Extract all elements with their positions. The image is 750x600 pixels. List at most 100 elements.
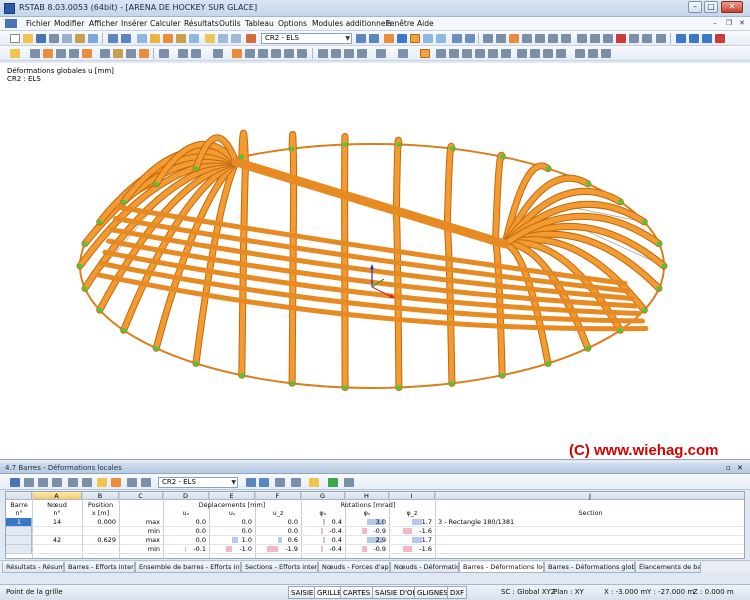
print-icon[interactable]: [49, 34, 59, 43]
table-view-icon[interactable]: [68, 478, 78, 487]
snap-icon[interactable]: [398, 49, 408, 58]
menu-outils[interactable]: Outils: [219, 19, 241, 28]
menu-resultats[interactable]: Résultats: [184, 19, 219, 28]
view-rotate-icon[interactable]: [548, 34, 558, 43]
paste-icon[interactable]: [88, 34, 98, 43]
column-letter-h[interactable]: H: [345, 492, 389, 500]
view-side-icon[interactable]: [535, 34, 545, 43]
cell-uz[interactable]: -1.9: [255, 545, 301, 554]
cell-phiy[interactable]: 2.9: [345, 536, 389, 545]
delete-icon[interactable]: [616, 34, 626, 43]
grid-icon[interactable]: [376, 49, 386, 58]
cell-barre[interactable]: [6, 536, 32, 545]
menu-fenetre[interactable]: Fenêtre: [386, 19, 414, 28]
print-graphic-icon[interactable]: [62, 34, 72, 43]
work-plane-icon[interactable]: [213, 49, 223, 58]
maximize-button[interactable]: □: [704, 1, 718, 13]
open-folder-icon[interactable]: [23, 34, 33, 43]
panel-icon[interactable]: [231, 34, 241, 43]
load-combination-select[interactable]: CR2 - ELS ▼: [261, 33, 352, 44]
result-mt-icon[interactable]: [475, 49, 485, 58]
cell-uy[interactable]: 0.0: [209, 518, 255, 527]
cell-phiz[interactable]: -1.6: [389, 545, 435, 554]
cell-x[interactable]: [82, 527, 119, 536]
save-icon[interactable]: [36, 34, 46, 43]
cell-ux[interactable]: -0.1: [163, 545, 209, 554]
cell-uz[interactable]: 0.0: [255, 527, 301, 536]
member-icon[interactable]: [43, 49, 53, 58]
status-saisie-button[interactable]: SAISIE: [288, 586, 317, 599]
import-icon[interactable]: [689, 34, 699, 43]
table-icon[interactable]: [205, 34, 215, 43]
filter-icon[interactable]: [629, 34, 639, 43]
column-letter-b[interactable]: B: [82, 492, 119, 500]
result-n-icon[interactable]: [436, 49, 446, 58]
zoom-all-icon[interactable]: [561, 34, 571, 43]
cell-barre[interactable]: 1: [6, 518, 32, 527]
menu-modules[interactable]: Modules additionnels: [312, 19, 392, 28]
hinge-icon[interactable]: [69, 49, 79, 58]
menu-tableau[interactable]: Tableau: [245, 19, 274, 28]
load-member-icon[interactable]: [113, 49, 123, 58]
column-letter-d[interactable]: D: [163, 492, 209, 500]
redo-icon[interactable]: [121, 34, 131, 43]
zoom-out-icon[interactable]: [258, 49, 268, 58]
minimize-button[interactable]: –: [688, 1, 702, 13]
cell-section[interactable]: [438, 536, 743, 545]
table-highlight-icon[interactable]: [309, 478, 319, 487]
cell-x[interactable]: 0.629: [82, 536, 119, 545]
table-print-icon[interactable]: [24, 478, 34, 487]
cell-phiz[interactable]: -1.6: [389, 527, 435, 536]
cell-kind[interactable]: max: [119, 518, 163, 527]
table-settings-icon[interactable]: [141, 478, 151, 487]
table-results-icon[interactable]: [275, 478, 285, 487]
view-icon[interactable]: [483, 34, 493, 43]
dimension-icon[interactable]: [159, 49, 169, 58]
cell-phiz[interactable]: 1.7: [389, 536, 435, 545]
menu-options[interactable]: Options: [278, 19, 307, 28]
table-load-combination-select[interactable]: CR2 - ELS ▼: [158, 477, 238, 488]
table-show-icon[interactable]: [111, 478, 121, 487]
column-letter-f[interactable]: F: [255, 492, 301, 500]
table-save-icon[interactable]: [10, 478, 20, 487]
table-filter-icon[interactable]: [82, 478, 92, 487]
status-glignes-button[interactable]: GLIGNES: [414, 586, 451, 599]
table-select-icon[interactable]: [97, 478, 107, 487]
column-letter-e[interactable]: E: [209, 492, 255, 500]
cell-section[interactable]: [438, 545, 743, 554]
cell-phix[interactable]: -0.4: [301, 545, 345, 554]
support-icon[interactable]: [56, 49, 66, 58]
panel-close-icon[interactable]: ✕: [737, 464, 743, 472]
animation-icon[interactable]: [423, 34, 433, 43]
export-icon[interactable]: [676, 34, 686, 43]
deformation-icon[interactable]: [410, 34, 420, 43]
view-iso-icon[interactable]: [496, 34, 506, 43]
cell-phix[interactable]: 0.4: [301, 518, 345, 527]
menu-calculer[interactable]: Calculer: [150, 19, 181, 28]
cell-barre[interactable]: [6, 545, 32, 554]
cell-phix[interactable]: 0.4: [301, 536, 345, 545]
navigator-icon[interactable]: [218, 34, 228, 43]
table-previous-icon[interactable]: [246, 478, 256, 487]
table-next-icon[interactable]: [259, 478, 269, 487]
model-viewport[interactable]: Déformations globales u [mm] CR2 : ELS: [0, 63, 750, 460]
zoom-in-icon[interactable]: [245, 49, 255, 58]
cell-noeud[interactable]: 14: [32, 518, 82, 527]
cell-phiy[interactable]: -0.9: [345, 527, 389, 536]
results-table[interactable]: A B C D E F G H I J Barre n° Nœud n° Pos…: [5, 491, 745, 559]
cell-uy[interactable]: -1.0: [209, 545, 255, 554]
table-help-icon[interactable]: [344, 478, 354, 487]
tab-ensemble-barres[interactable]: Ensemble de barres - Efforts internes: [135, 562, 241, 573]
section-icon[interactable]: [82, 49, 92, 58]
tab-barres-deformations-globales[interactable]: Barres - Déformations globales: [544, 562, 635, 573]
copy-icon[interactable]: [75, 34, 85, 43]
cell-kind[interactable]: max: [119, 536, 163, 545]
structure-model[interactable]: [0, 63, 750, 460]
select-all-icon[interactable]: [357, 49, 367, 58]
table-results-icon[interactable]: [601, 49, 611, 58]
node-icon[interactable]: [30, 49, 40, 58]
column-letter-i[interactable]: I: [389, 492, 435, 500]
cell-kind[interactable]: min: [119, 527, 163, 536]
result-values-icon[interactable]: [384, 34, 394, 43]
measure-icon[interactable]: [603, 34, 613, 43]
